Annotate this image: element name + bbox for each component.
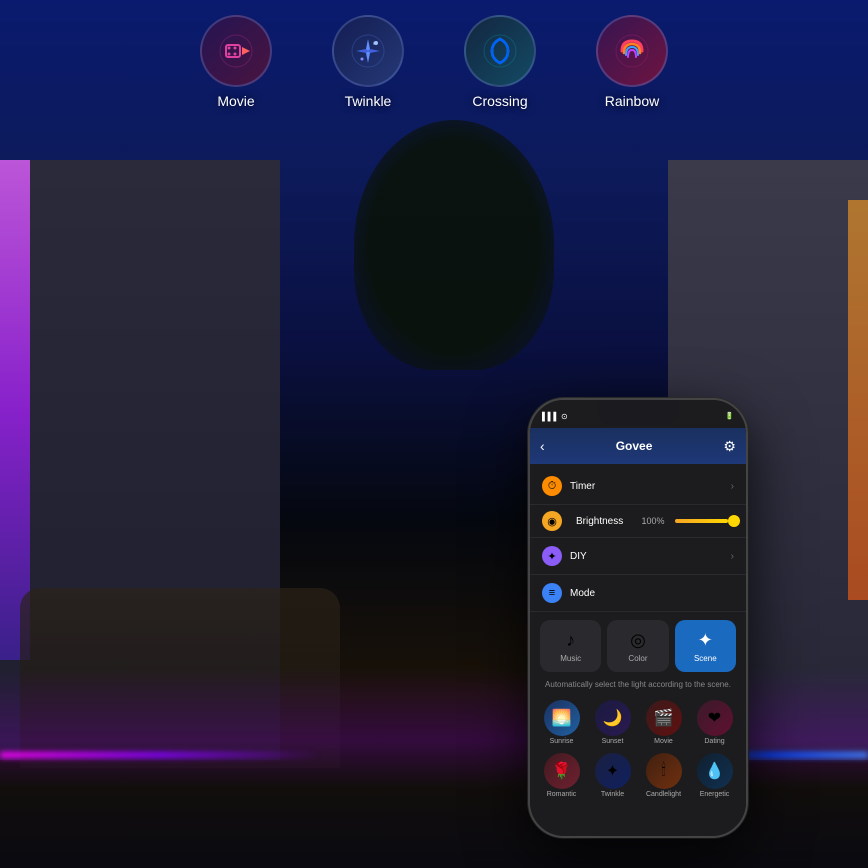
dating-label: Dating [704,738,724,745]
scene-dating[interactable]: ❤ Dating [691,700,738,745]
brightness-icon: ◉ [542,511,562,531]
ambient-light-right [848,200,868,600]
diy-label: DIY [570,551,731,562]
scene-energetic[interactable]: 💧 Energetic [691,753,738,798]
energetic-icon: 💧 [697,753,733,789]
sunset-icon: 🌙 [595,700,631,736]
tab-color[interactable]: ◎ Color [607,620,668,672]
candlelight-icon: 🕯 [646,753,682,789]
app-header: ‹ Govee ⚙ [530,428,746,464]
scene-grid-row2: 🌹 Romantic ✦ Twinkle 🕯 Candlelight 💧 Ene… [530,749,746,802]
top-icon-bar: Movie Twinkle Crossing [0,0,868,140]
rainbow-label: Rainbow [605,93,659,109]
sunrise-icon: 🌅 [544,700,580,736]
sunset-label: Sunset [602,738,624,745]
romantic-label: Romantic [547,791,577,798]
brightness-slider[interactable] [675,519,734,523]
color-tab-label: Color [628,654,647,663]
scene-grid-row1: 🌅 Sunrise 🌙 Sunset 🎬 Movie ❤ Dating [530,696,746,749]
floor-rgb-strip-left [0,752,320,758]
dating-icon: ❤ [697,700,733,736]
rgb-strip-left [0,160,30,660]
twinkle-label: Twinkle [345,93,392,109]
scene-sunset[interactable]: 🌙 Sunset [589,700,636,745]
scene-tab-icon: ✦ [698,630,713,651]
color-tab-icon: ◎ [630,630,646,651]
twinkle-icon-circle [332,15,404,87]
timer-row[interactable]: ⏱ Timer › [530,468,746,505]
mode-twinkle-icon-item[interactable]: Twinkle [332,15,404,109]
mode-crossing-icon-item[interactable]: Crossing [464,15,536,109]
phone-outer-case: ▌▌▌ ⊙ 5:20 🔋 ‹ Govee ⚙ ⏱ Timer [528,398,748,838]
music-tab-icon: ♪ [566,630,575,651]
energetic-label: Energetic [700,791,730,798]
rainbow-icon-circle [596,15,668,87]
scene-tab-label: Scene [694,654,717,663]
brightness-label: Brightness [576,516,635,527]
music-tab-label: Music [560,654,581,663]
brightness-row[interactable]: ◉ Brightness 100% [530,505,746,538]
phone-mockup: ▌▌▌ ⊙ 5:20 🔋 ‹ Govee ⚙ ⏱ Timer [528,398,748,838]
timer-label: Timer [570,481,731,492]
wifi-icon: ⊙ [561,412,568,421]
scene-description: Automatically select the light according… [530,680,746,696]
movie-label: Movie [217,93,254,109]
romantic-icon: 🌹 [544,753,580,789]
sunrise-label: Sunrise [550,738,574,745]
mode-label: Mode [570,588,734,599]
crossing-icon-circle [464,15,536,87]
crossing-svg-icon [482,33,518,69]
candlelight-label: Candlelight [646,791,681,798]
twinkle-scene-icon: ✦ [595,753,631,789]
mode-icon: ≡ [542,583,562,603]
diy-icon: ✦ [542,546,562,566]
mode-movie-icon-item[interactable]: Movie [200,15,272,109]
crossing-label: Crossing [472,93,527,109]
brightness-thumb [728,515,740,527]
rainbow-svg-icon [614,33,650,69]
movie-svg-icon [218,33,254,69]
scene-twinkle[interactable]: ✦ Twinkle [589,753,636,798]
mode-row[interactable]: ≡ Mode [530,575,746,612]
app-content: ⏱ Timer › ◉ Brightness 100% [530,464,746,806]
scene-sunrise[interactable]: 🌅 Sunrise [538,700,585,745]
scene-movie-label: Movie [654,738,673,745]
scene-movie-icon: 🎬 [646,700,682,736]
tab-music[interactable]: ♪ Music [540,620,601,672]
brightness-value: 100% [641,516,664,526]
scene-candlelight[interactable]: 🕯 Candlelight [640,753,687,798]
twinkle-svg-icon [350,33,386,69]
timer-icon: ⏱ [542,476,562,496]
back-button[interactable]: ‹ [540,438,545,454]
status-bar-left: ▌▌▌ ⊙ [542,412,568,421]
app-title: Govee [616,439,653,453]
timer-chevron: › [731,481,734,492]
status-bar-right: 🔋 [725,412,734,420]
battery-icon: 🔋 [725,412,734,420]
brightness-fill [675,519,729,523]
scene-romantic[interactable]: 🌹 Romantic [538,753,585,798]
signal-icon: ▌▌▌ [542,412,559,421]
phone-notch [598,400,678,426]
diy-chevron: › [731,551,734,562]
scene-movie[interactable]: 🎬 Movie [640,700,687,745]
diy-row[interactable]: ✦ DIY › [530,538,746,575]
phone-screen: ▌▌▌ ⊙ 5:20 🔋 ‹ Govee ⚙ ⏱ Timer [530,400,746,836]
twinkle-scene-label: Twinkle [601,791,624,798]
tree-silhouette [354,120,554,370]
tab-scene[interactable]: ✦ Scene [675,620,736,672]
movie-icon-circle [200,15,272,87]
mode-rainbow-icon-item[interactable]: Rainbow [596,15,668,109]
settings-button[interactable]: ⚙ [723,438,736,455]
mode-tabs: ♪ Music ◎ Color ✦ Scene [530,612,746,680]
